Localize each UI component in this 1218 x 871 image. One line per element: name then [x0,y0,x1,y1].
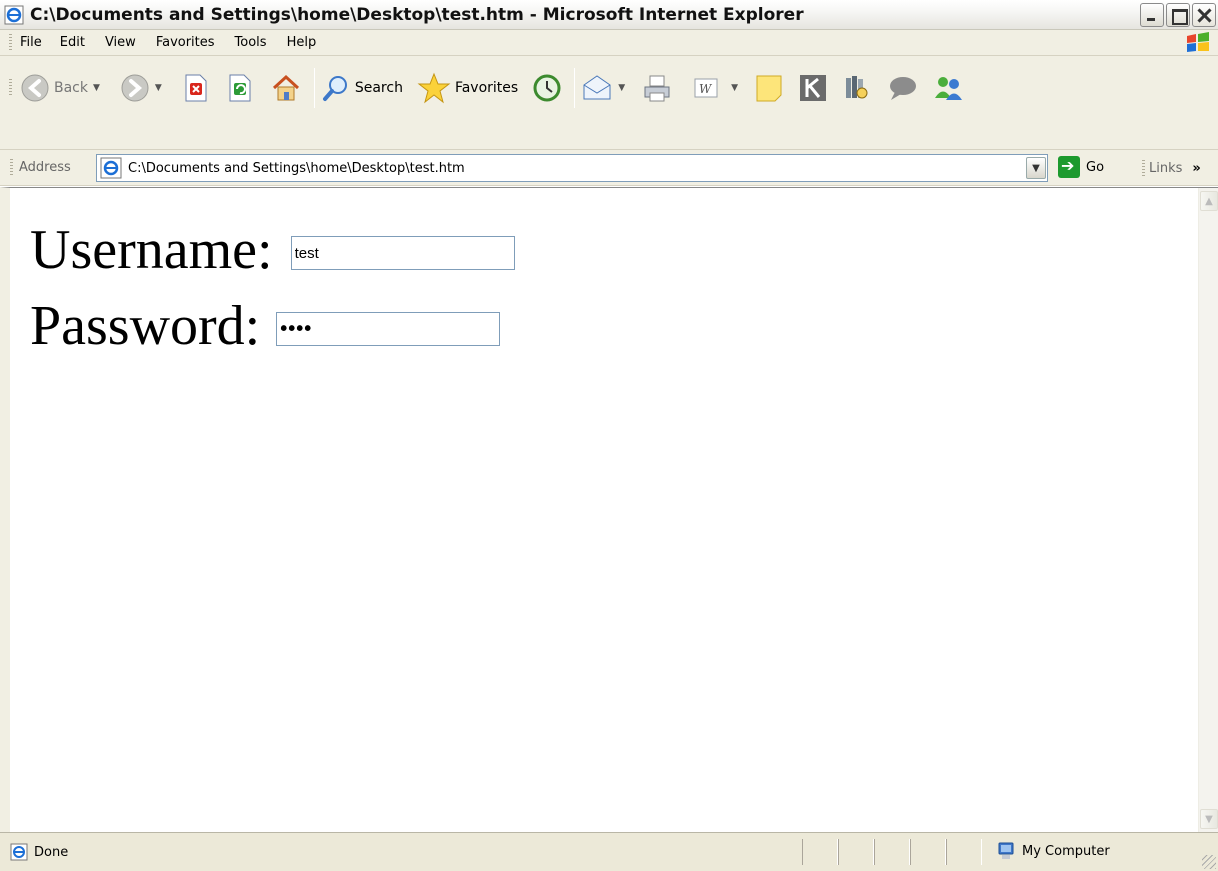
favorites-button[interactable]: Favorites [417,72,518,104]
username-row: Username: [30,218,515,282]
password-row: Password: [30,294,515,358]
status-panes [802,839,982,865]
forward-dropdown-icon[interactable]: ▼ [155,83,162,93]
links-toolbar[interactable]: Links » [1142,160,1201,176]
windows-logo-icon [1187,32,1209,52]
go-label: Go [1086,159,1105,175]
home-icon [272,74,299,101]
status-text: Done [34,844,69,860]
history-button[interactable] [532,73,562,103]
links-chevron-icon[interactable]: » [1192,161,1200,176]
menu-tools[interactable]: Tools [235,35,267,50]
address-label: Address [19,160,71,175]
printer-icon [644,75,670,102]
status-pane [802,839,838,865]
svg-text:W: W [699,82,713,96]
messenger-button[interactable] [932,73,964,103]
title-bar: C:\Documents and Settings\home\Desktop\t… [0,0,1218,30]
minimize-button[interactable] [1140,3,1164,27]
back-button[interactable]: Back ▼ [20,73,100,103]
status-pane [946,839,982,865]
toolbar-grip[interactable] [9,79,12,97]
resize-grip[interactable] [1202,855,1216,869]
stop-icon [185,74,207,102]
page-icon [100,157,122,179]
links-label: Links [1149,160,1183,176]
scroll-down-button[interactable]: ▼ [1200,809,1218,829]
word-edit-icon: W [694,78,718,98]
search-label: Search [354,80,403,96]
speech-bubble-icon [890,77,917,100]
security-zone[interactable]: My Computer [996,841,1110,861]
back-label: Back [54,80,88,96]
standard-toolbar: Back ▼ ▼ Search Favorites ▼ W ▼ [0,56,1218,150]
menu-view[interactable]: View [105,35,136,50]
password-input[interactable] [276,312,501,346]
history-clock-icon [533,74,561,102]
login-form: Username: Password: [30,218,515,358]
books-icon [846,76,868,99]
address-url: C:\Documents and Settings\home\Desktop\t… [128,160,465,176]
search-magnifier-icon [322,76,347,101]
menu-bar: File Edit View Favorites Tools Help [0,30,1218,56]
refresh-icon [229,74,251,102]
toolbar-separator [574,68,576,108]
favorites-star-icon [417,72,451,104]
print-button[interactable] [641,73,673,103]
window-title: C:\Documents and Settings\home\Desktop\t… [30,4,804,25]
mail-dropdown-icon[interactable]: ▼ [618,83,625,93]
go-button[interactable]: Go [1058,156,1104,178]
forward-arrow-icon [121,74,149,102]
forward-button[interactable]: ▼ [120,73,162,103]
refresh-button[interactable] [226,73,254,103]
vertical-scrollbar[interactable]: ▲ ▼ [1198,188,1218,832]
maximize-button[interactable] [1166,3,1190,27]
page-content: Username: Password: [0,187,1218,832]
page-done-icon [10,843,28,861]
back-arrow-icon [21,74,49,102]
scroll-up-button[interactable]: ▲ [1200,191,1218,211]
k-logo-icon [800,75,827,101]
notes-button[interactable] [754,73,784,103]
toolbar-grip[interactable] [9,33,12,52]
links-grip[interactable] [1142,160,1145,176]
address-dropdown-button[interactable]: ▼ [1026,157,1046,179]
back-dropdown-icon[interactable]: ▼ [93,83,100,93]
edit-button[interactable]: W ▼ [693,75,738,101]
menu-edit[interactable]: Edit [60,35,85,50]
status-bar: Done My Computer [0,832,1218,871]
mail-envelope-icon [583,75,611,100]
status-pane [910,839,946,865]
toolbar-buttons: Back ▼ ▼ Search Favorites ▼ W ▼ [0,62,970,114]
mail-button[interactable]: ▼ [581,73,625,103]
favorites-label: Favorites [454,80,519,96]
stop-button[interactable] [182,73,210,103]
messenger-buddies-icon [935,77,963,100]
username-input[interactable] [290,236,515,270]
status-pane [838,839,874,865]
menu-favorites[interactable]: Favorites [156,35,215,50]
sticky-note-icon [756,75,782,102]
search-button[interactable]: Search [321,73,403,103]
discuss-button[interactable] [886,74,918,102]
menu-help[interactable]: Help [287,35,317,50]
address-grip[interactable] [10,158,13,177]
window-controls [1140,3,1216,27]
edit-dropdown-icon[interactable]: ▼ [731,83,738,93]
ie-logo-icon [4,5,24,24]
address-input[interactable]: C:\Documents and Settings\home\Desktop\t… [96,154,1048,182]
k-button[interactable] [798,73,828,103]
my-computer-icon [998,842,1014,859]
menu-file[interactable]: File [20,35,42,50]
research-button[interactable] [842,73,872,103]
home-button[interactable] [270,73,302,103]
address-bar: Address C:\Documents and Settings\home\D… [0,150,1218,186]
zone-label: My Computer [1022,843,1110,859]
go-arrow-icon [1058,156,1080,178]
toolbar-separator [313,68,315,108]
status-pane [874,839,910,865]
password-label: Password: [30,295,261,357]
close-button[interactable] [1192,3,1216,27]
username-label: Username: [30,219,273,281]
